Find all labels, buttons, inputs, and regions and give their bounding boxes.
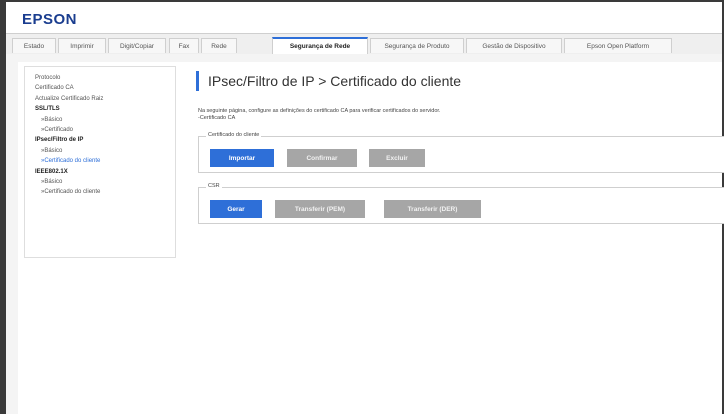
- confirm-button[interactable]: Confirmar: [287, 149, 357, 167]
- content-area: Protocolo Certificado CA Actualize Certi…: [6, 54, 724, 414]
- tab-seguranca-de-produto[interactable]: Segurança de Produto: [370, 38, 464, 53]
- epson-logo: EPSON: [22, 11, 78, 28]
- sidebar-item-ieee-basico[interactable]: »Básico: [25, 177, 175, 187]
- csr-group: CSR Gerar Transferir (PEM) Transferir (D…: [198, 183, 724, 224]
- page-title-row: IPsec/Filtro de IP > Certificado do clie…: [196, 71, 461, 91]
- download-pem-button[interactable]: Transferir (PEM): [275, 200, 365, 218]
- sidebar-section-ipsec[interactable]: IPsec/Filtro de IP: [25, 135, 175, 145]
- sidebar-item-ssl-basico[interactable]: »Básico: [25, 115, 175, 125]
- sidebar-item-ipsec-certificado-cliente[interactable]: »Certificado do cliente: [25, 156, 175, 166]
- tab-fax[interactable]: Fax: [169, 38, 199, 53]
- tab-epson-open-platform[interactable]: Epson Open Platform: [564, 38, 672, 53]
- csr-legend: CSR: [206, 183, 222, 189]
- tab-rede[interactable]: Rede: [201, 38, 237, 53]
- sidebar-item-ieee-certificado-cliente[interactable]: »Certificado do cliente: [25, 187, 175, 197]
- sidebar-section-ieee8021x[interactable]: IEEE802.1X: [25, 167, 175, 177]
- page-description: Na seguinte página, configure as definiç…: [198, 108, 440, 122]
- delete-button[interactable]: Excluir: [369, 149, 425, 167]
- title-accent-bar: [196, 71, 199, 91]
- page-header: EPSON: [6, 2, 722, 34]
- tab-imprimir[interactable]: Imprimir: [58, 38, 106, 53]
- import-button[interactable]: Importar: [210, 149, 274, 167]
- sidebar-item-actualize-certificado-raiz[interactable]: Actualize Certificado Raiz: [25, 94, 175, 104]
- tab-bar: Estado Imprimir Digit/Copiar Fax Rede Se…: [6, 34, 722, 54]
- sidebar-item-certificado-ca[interactable]: Certificado CA: [25, 83, 175, 93]
- description-text: Na seguinte página, configure as definiç…: [198, 108, 441, 114]
- client-certificate-group: Certificado do cliente Importar Confirma…: [198, 132, 724, 173]
- description-ca-link[interactable]: -Certificado CA: [198, 115, 440, 122]
- tab-estado[interactable]: Estado: [12, 38, 56, 53]
- sidebar-item-protocolo[interactable]: Protocolo: [25, 73, 175, 83]
- sidebar: Protocolo Certificado CA Actualize Certi…: [24, 66, 176, 258]
- sidebar-item-ipsec-basico[interactable]: »Básico: [25, 146, 175, 156]
- tab-gestao-de-dispositivo[interactable]: Gestão de Dispositivo: [466, 38, 562, 53]
- client-certificate-legend: Certificado do cliente: [206, 132, 262, 138]
- sidebar-section-ssl-tls[interactable]: SSL/TLS: [25, 104, 175, 114]
- generate-button[interactable]: Gerar: [210, 200, 262, 218]
- tab-digit-copiar[interactable]: Digit/Copiar: [108, 38, 166, 53]
- download-der-button[interactable]: Transferir (DER): [384, 200, 481, 218]
- tab-seguranca-de-rede[interactable]: Segurança de Rede: [272, 37, 368, 54]
- page-title: IPsec/Filtro de IP > Certificado do clie…: [208, 73, 462, 89]
- sidebar-item-ssl-certificado[interactable]: »Certificado: [25, 125, 175, 135]
